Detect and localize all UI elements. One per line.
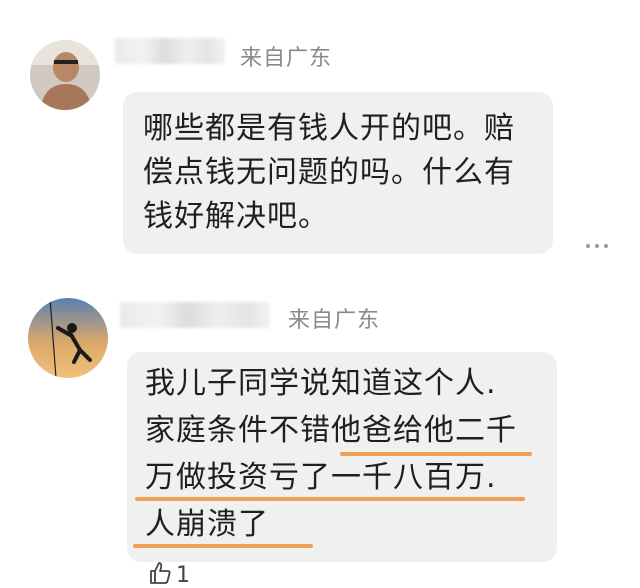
comment-text-line: 人崩溃了 — [145, 507, 269, 542]
avatar[interactable] — [28, 298, 108, 378]
highlight-underline — [135, 497, 525, 501]
comment-text-line: 哪些都是有钱人开的吧。赔 — [143, 111, 515, 146]
username-blurred[interactable] — [115, 38, 225, 64]
comment-text-line: 偿点钱无问题的吗。什么有 — [143, 155, 515, 190]
comment-location: 来自广东 — [288, 308, 381, 333]
comment-text-line: 我儿子同学说知道这个人. — [145, 366, 497, 401]
comment-text-line: 钱好解决吧。 — [143, 199, 329, 234]
comment-text-line: 万做投资亏了一千八百万. — [145, 460, 497, 495]
avatar[interactable] — [30, 40, 100, 110]
thumbs-up-icon — [148, 560, 172, 588]
highlight-underline — [133, 544, 313, 548]
username-blurred[interactable] — [120, 302, 270, 328]
comment-location: 来自广东 — [240, 46, 333, 71]
more-options-icon[interactable] — [586, 244, 608, 248]
like-button[interactable]: 1 — [148, 560, 190, 588]
like-count: 1 — [176, 563, 190, 588]
comment-text-line: 家庭条件不错他爸给他二千 — [145, 413, 517, 448]
highlight-underline — [340, 452, 532, 456]
